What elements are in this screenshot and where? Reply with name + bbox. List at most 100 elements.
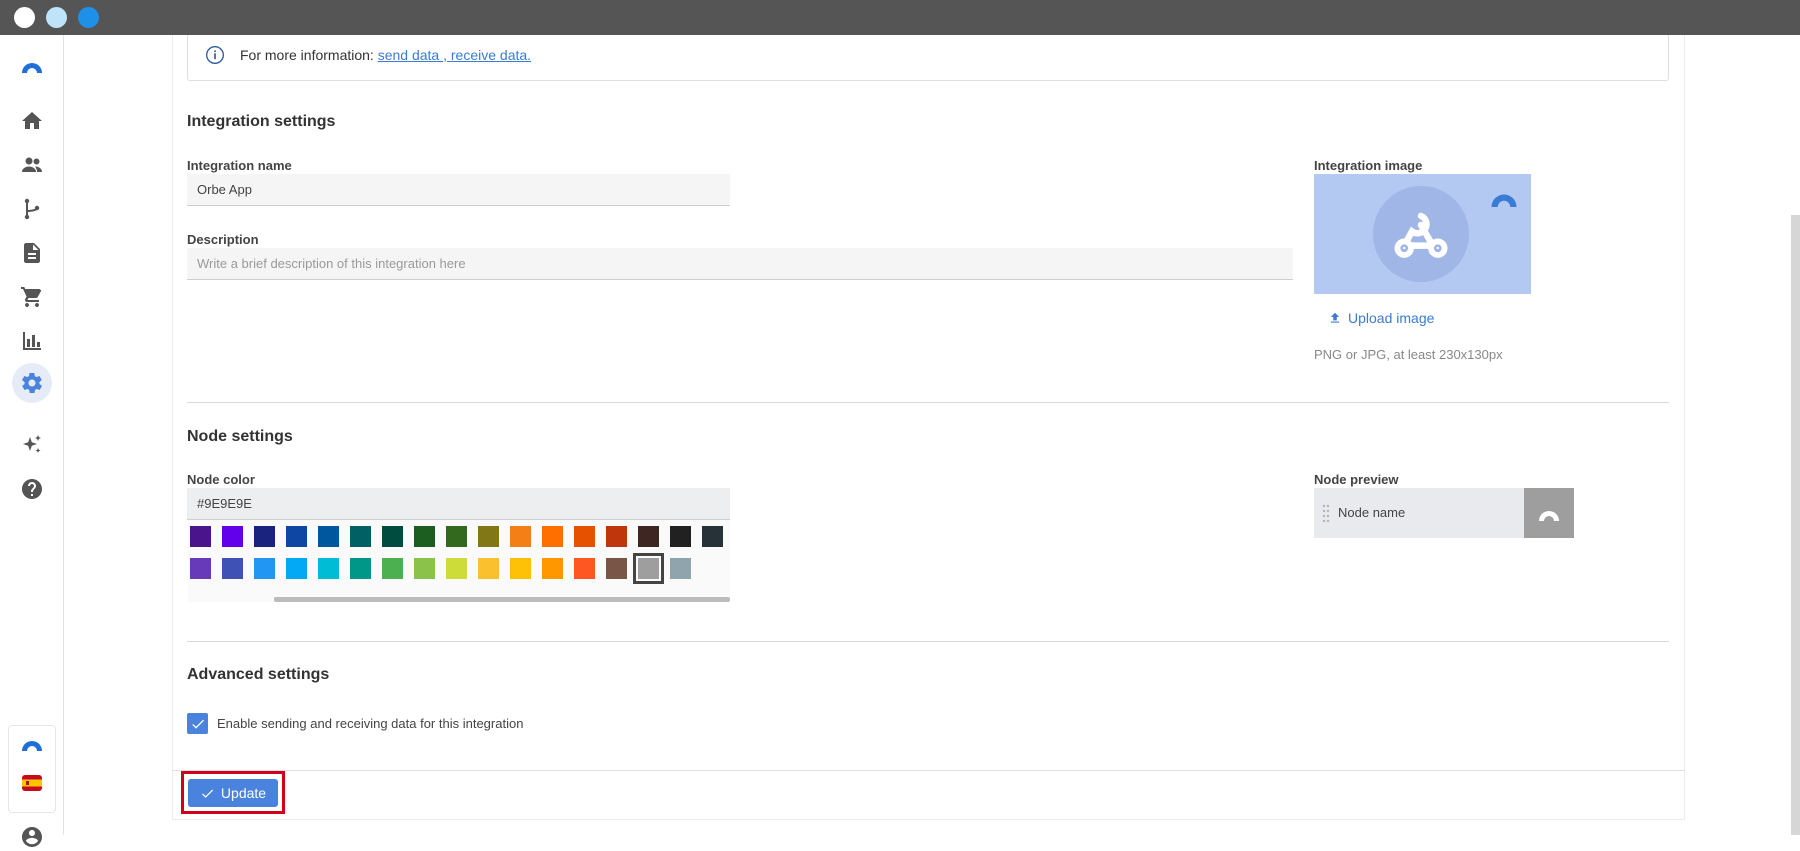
account-circle-icon xyxy=(22,827,42,847)
node-preview-label: Node preview xyxy=(1314,472,1399,487)
color-swatch[interactable] xyxy=(414,526,435,547)
settings-panel xyxy=(172,35,1685,820)
integration-image-preview[interactable] xyxy=(1314,174,1531,294)
color-swatch[interactable] xyxy=(510,558,531,579)
sidebar-item-help[interactable] xyxy=(18,475,46,503)
sidebar-item-documents[interactable] xyxy=(18,239,46,267)
update-button[interactable]: Update xyxy=(188,779,278,807)
upload-image-label: Upload image xyxy=(1348,310,1435,326)
color-swatch[interactable] xyxy=(254,558,275,579)
color-swatch[interactable] xyxy=(670,558,691,579)
sidebar-item-analytics[interactable] xyxy=(18,327,46,355)
bar-chart-icon xyxy=(23,332,41,350)
color-swatch[interactable] xyxy=(670,526,691,547)
color-swatch[interactable] xyxy=(510,526,531,547)
color-swatch[interactable] xyxy=(542,526,563,547)
node-logo-icon xyxy=(1539,511,1559,521)
sidebar xyxy=(0,35,64,847)
node-preview: Node name xyxy=(1314,488,1574,538)
drag-handle-icon xyxy=(1322,504,1330,522)
cart-icon xyxy=(21,287,42,307)
window-close-button[interactable] xyxy=(14,7,35,28)
info-separator: , xyxy=(443,47,451,63)
color-swatch[interactable] xyxy=(606,558,627,579)
integration-settings-title: Integration settings xyxy=(187,113,336,130)
description-input[interactable]: Write a brief description of this integr… xyxy=(187,248,1293,280)
integration-image-circle xyxy=(1373,186,1469,282)
color-swatch[interactable] xyxy=(190,526,211,547)
color-palette xyxy=(188,520,730,602)
check-icon xyxy=(191,719,204,729)
node-preview-name: Node name xyxy=(1338,505,1406,520)
color-swatch[interactable] xyxy=(542,558,563,579)
sidebar-item-ai[interactable] xyxy=(18,431,46,459)
color-swatch[interactable] xyxy=(350,526,371,547)
node-preview-color-block xyxy=(1524,488,1574,538)
window-minimize-button[interactable] xyxy=(46,7,67,28)
home-icon xyxy=(22,112,42,129)
color-swatch[interactable] xyxy=(606,526,627,547)
node-settings-title: Node settings xyxy=(187,428,293,445)
app-logo-icon[interactable] xyxy=(18,51,46,79)
node-color-label: Node color xyxy=(187,472,255,487)
footer-bar xyxy=(172,770,1685,820)
palette-scrollbar[interactable] xyxy=(274,597,730,602)
workspace-logo[interactable] xyxy=(18,729,46,757)
color-swatch[interactable] xyxy=(382,558,403,579)
color-swatch[interactable] xyxy=(702,526,723,547)
color-swatch[interactable] xyxy=(446,558,467,579)
divider-2 xyxy=(187,641,1669,642)
webhook-icon xyxy=(1394,212,1448,258)
sidebar-item-shop[interactable] xyxy=(18,283,46,311)
user-account-button[interactable] xyxy=(18,823,46,851)
sidebar-item-home[interactable] xyxy=(18,107,46,135)
help-icon xyxy=(22,479,42,499)
sidebar-item-settings[interactable] xyxy=(18,369,46,397)
color-swatch[interactable] xyxy=(222,526,243,547)
integration-name-input[interactable]: Orbe App xyxy=(187,174,730,206)
gear-icon xyxy=(22,373,42,393)
node-color-input[interactable]: #9E9E9E xyxy=(187,488,730,520)
image-hint: PNG or JPG, at least 230x130px xyxy=(1314,347,1503,362)
info-prefix: For more information: xyxy=(240,47,378,63)
integration-image-label: Integration image xyxy=(1314,158,1423,173)
branch-icon xyxy=(24,198,40,220)
color-swatch[interactable] xyxy=(633,553,664,584)
color-swatch[interactable] xyxy=(414,558,435,579)
upload-icon xyxy=(1330,312,1340,323)
color-swatch[interactable] xyxy=(478,526,499,547)
update-button-label: Update xyxy=(220,785,267,801)
color-swatch[interactable] xyxy=(318,526,339,547)
window-maximize-button[interactable] xyxy=(78,7,99,28)
color-swatch[interactable] xyxy=(478,558,499,579)
window-titlebar xyxy=(0,0,1800,35)
enable-data-checkbox[interactable] xyxy=(187,713,208,734)
spain-flag-icon xyxy=(22,775,42,791)
brand-arc-icon xyxy=(1491,194,1517,207)
color-swatch[interactable] xyxy=(382,526,403,547)
color-swatch[interactable] xyxy=(446,526,467,547)
info-icon xyxy=(205,45,225,65)
sidebar-item-users[interactable] xyxy=(18,151,46,179)
advanced-settings-title: Advanced settings xyxy=(187,666,330,683)
divider-1 xyxy=(187,402,1669,403)
color-swatch[interactable] xyxy=(286,558,307,579)
description-placeholder: Write a brief description of this integr… xyxy=(197,256,466,271)
color-swatch[interactable] xyxy=(574,526,595,547)
color-swatch[interactable] xyxy=(190,558,211,579)
color-swatch[interactable] xyxy=(318,558,339,579)
color-swatch[interactable] xyxy=(574,558,595,579)
upload-image-button[interactable]: Upload image xyxy=(1328,310,1434,326)
color-swatch[interactable] xyxy=(222,558,243,579)
page-scrollbar[interactable] xyxy=(1791,215,1800,835)
users-icon xyxy=(22,157,42,172)
color-swatch[interactable] xyxy=(350,558,371,579)
language-selector[interactable] xyxy=(18,769,46,797)
send-data-link[interactable]: send data xyxy=(378,47,443,63)
color-swatch[interactable] xyxy=(286,526,307,547)
sidebar-item-flows[interactable] xyxy=(18,195,46,223)
color-swatch[interactable] xyxy=(638,526,659,547)
color-swatch[interactable] xyxy=(254,526,275,547)
receive-data-link[interactable]: receive data. xyxy=(451,47,531,63)
document-icon xyxy=(24,243,40,263)
